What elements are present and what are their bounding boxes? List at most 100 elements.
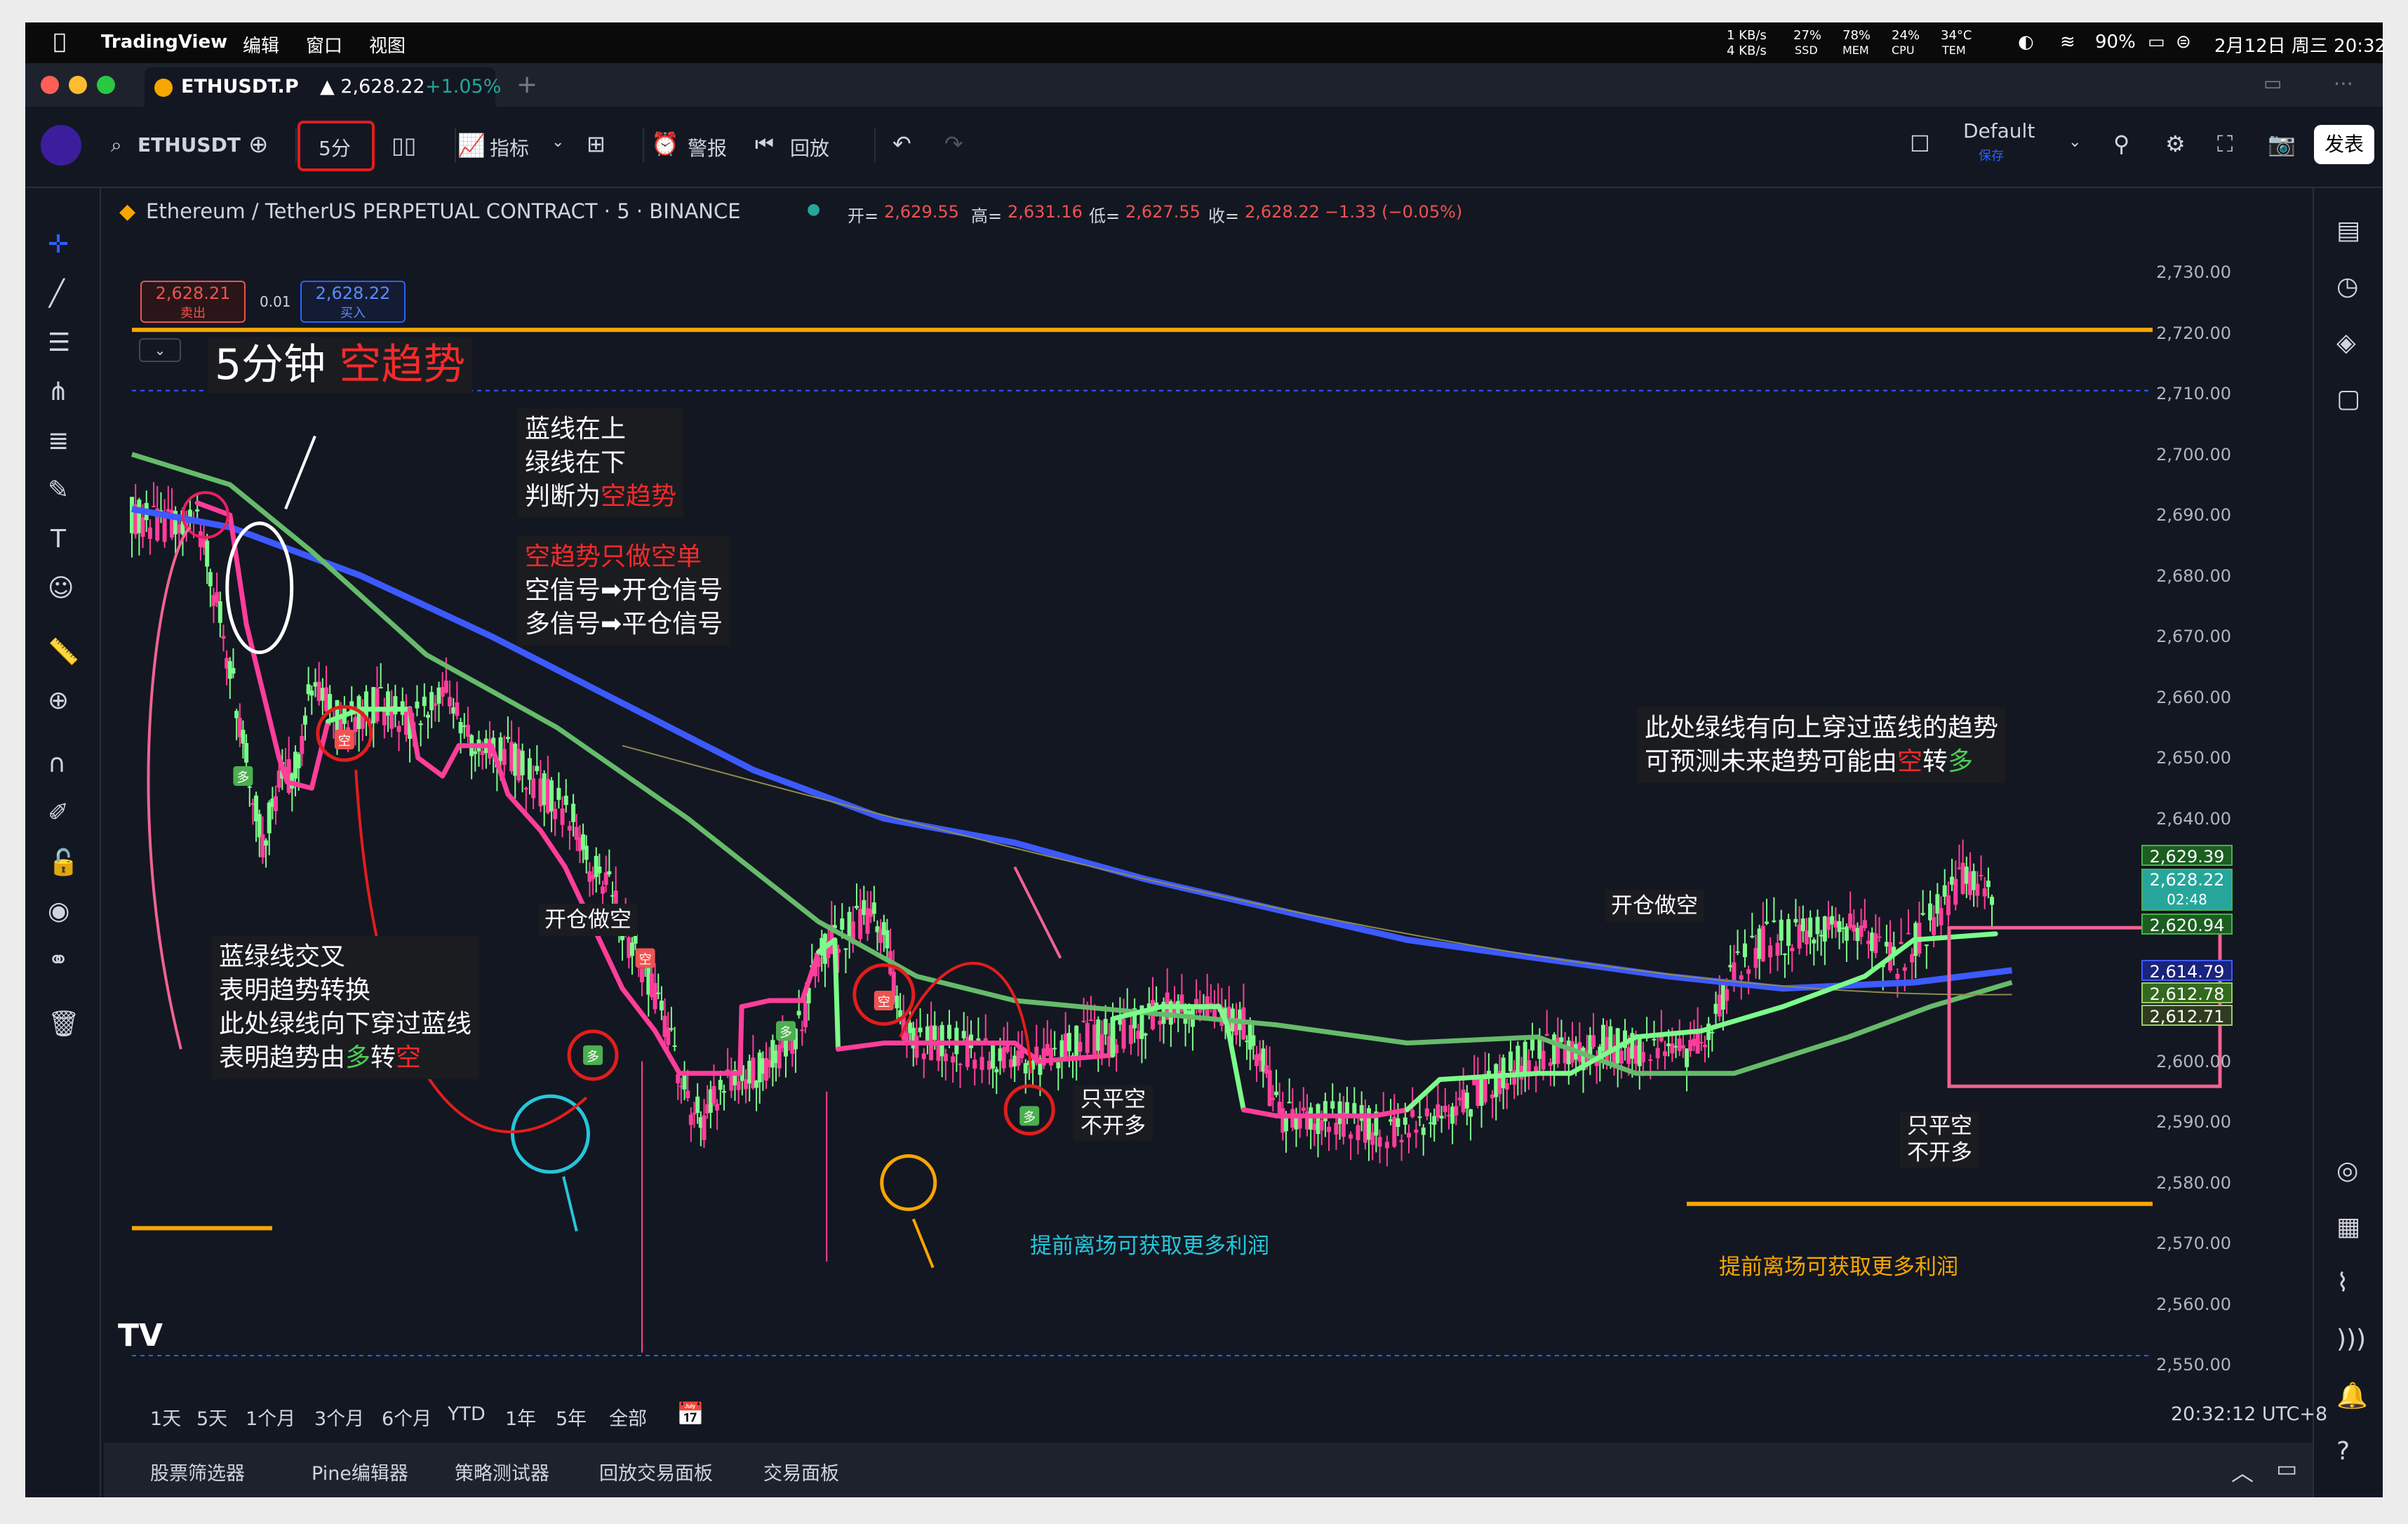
watchlist-icon[interactable]: ▤ (2336, 216, 2360, 245)
control-center-icon[interactable]: ⊜ (2176, 32, 2191, 53)
buy-button[interactable]: 2,628.22 买入 (300, 281, 406, 323)
range-button-5[interactable]: YTD (448, 1403, 486, 1425)
expand-panel-icon[interactable]: ︿ (2231, 1455, 2254, 1488)
range-button-6[interactable]: 1年 (505, 1403, 536, 1431)
bottom-tab-4[interactable]: 交易面板 (763, 1458, 839, 1485)
chevron-down-icon[interactable]: ⌄ (551, 133, 564, 151)
sell-button[interactable]: 2,628.21 卖出 (140, 281, 246, 323)
pitchfork-icon[interactable]: ⋔ (48, 377, 69, 406)
range-button-1[interactable]: 5天 (196, 1403, 227, 1431)
close-window-button[interactable] (41, 76, 59, 94)
clock[interactable]: 2月12日 周三 20:32 (2214, 32, 2386, 58)
eye-icon[interactable]: ◉ (48, 897, 69, 925)
brush-icon[interactable]: ✎ (48, 476, 69, 504)
candle-body (403, 711, 408, 735)
draw-mode-icon[interactable]: ✐ (48, 798, 69, 827)
candle-body (473, 751, 478, 754)
indicators-icon[interactable]: 📈 (457, 132, 486, 159)
emoji-icon[interactable]: ☺ (48, 574, 74, 603)
symbol-title[interactable]: Ethereum / TetherUS PERPETUAL CONTRACT ·… (146, 199, 741, 223)
wifi-icon[interactable]: ≋ (2060, 32, 2075, 53)
interval-button[interactable]: 5分 (319, 133, 351, 161)
tab-ethusdt[interactable]: ETHUSDT.P ▲ 2,628.22 +1.05% (145, 67, 501, 107)
candle-body (1742, 943, 1747, 958)
quick-search-icon[interactable]: ⚲ (2113, 131, 2129, 157)
fib-icon[interactable]: ≣ (48, 427, 69, 455)
replay-button[interactable]: 回放 (790, 133, 829, 161)
goto-date-icon[interactable]: 📅 (676, 1401, 704, 1427)
menu-view[interactable]: 视图 (369, 32, 406, 58)
bottom-tab-2[interactable]: 策略测试器 (455, 1458, 549, 1485)
replay-icon[interactable]: ⏮ (755, 132, 774, 156)
layers-icon[interactable]: ◈ (2336, 328, 2356, 357)
chat-icon[interactable]: ▢ (2336, 385, 2360, 413)
title-timeframe: 5分钟 (215, 340, 326, 389)
crosshair-icon[interactable]: ✛ (48, 230, 69, 259)
layout-chevron-icon[interactable]: ⌄ (2068, 133, 2081, 151)
clock-timezone[interactable]: 20:32:12 UTC+8 (2171, 1403, 2327, 1425)
zoom-in-icon[interactable]: ⊕ (48, 686, 69, 715)
ruler-icon[interactable]: 📏 (48, 637, 79, 667)
collapse-legend-button[interactable]: ⌄ (139, 338, 181, 362)
alerts-button[interactable]: 警报 (688, 133, 727, 161)
notifications-icon[interactable]: 🔔 (2336, 1381, 2368, 1410)
snapshot-icon[interactable]: 📷 (2268, 131, 2296, 157)
settings-icon[interactable]: ⚙ (2165, 131, 2186, 157)
status-icon[interactable]: ◐ (2018, 32, 2034, 53)
calendar-icon[interactable]: ▦ (2336, 1212, 2360, 1241)
undo-icon[interactable]: ↶ (892, 131, 911, 157)
range-button-3[interactable]: 3个月 (314, 1403, 364, 1431)
publish-button[interactable]: 发表 (2314, 125, 2374, 164)
candle-body (509, 742, 514, 772)
new-tab-button[interactable]: + (516, 70, 537, 99)
indicators-button[interactable]: 指标 (490, 133, 529, 161)
user-avatar[interactable] (41, 125, 81, 166)
chart-pane[interactable]: 多空多空多空多 ◆ Ethereum / TetherUS PERPETUAL … (104, 188, 2237, 1382)
bottom-tab-0[interactable]: 股票筛选器 (150, 1458, 245, 1485)
text-tool-icon[interactable]: T (51, 525, 66, 554)
app-menu[interactable]: TradingView (101, 32, 227, 53)
compare-symbol-icon[interactable]: ⊕ (248, 131, 269, 159)
fullscreen-icon[interactable]: ⛶ (2217, 131, 2233, 158)
trash-icon[interactable]: 🗑 (48, 1009, 80, 1038)
candle-body (527, 758, 532, 780)
search-icon[interactable]: ⌕ (111, 133, 122, 157)
candle-body (1009, 1059, 1014, 1068)
magnet-icon[interactable]: ∩ (48, 749, 66, 778)
bottom-tab-3[interactable]: 回放交易面板 (599, 1458, 713, 1485)
tradingview-logo[interactable]: TV (118, 1318, 163, 1353)
bottom-tab-1[interactable]: Pine编辑器 (312, 1458, 408, 1485)
candle-type-icon[interactable]: ▯▯ (392, 132, 416, 159)
menu-window[interactable]: 窗口 (306, 32, 342, 58)
maximize-panel-icon[interactable]: ▭ (2276, 1455, 2297, 1482)
range-button-0[interactable]: 1天 (150, 1403, 181, 1431)
cpu-stat: 24% (1892, 28, 1920, 43)
ideas-icon[interactable]: ⌇ (2336, 1269, 2349, 1297)
range-button-8[interactable]: 全部 (609, 1403, 647, 1431)
more-icon[interactable]: ⋯ (2334, 72, 2353, 95)
range-button-7[interactable]: 5年 (556, 1403, 587, 1431)
target-icon[interactable]: ◎ (2336, 1156, 2358, 1185)
redo-icon[interactable]: ↷ (944, 131, 963, 157)
layout-icon[interactable]: ☐ (1910, 131, 1930, 157)
lock-icon[interactable]: 🔓 (48, 848, 79, 877)
apple-icon[interactable]:  (53, 29, 66, 54)
templates-icon[interactable]: ⊞ (587, 131, 606, 157)
range-button-4[interactable]: 6个月 (382, 1403, 432, 1431)
link-icon[interactable]: ⚭ (48, 946, 69, 975)
symbol-search-button[interactable]: ETHUSDT (138, 133, 241, 156)
menu-edit[interactable]: 编辑 (243, 32, 279, 58)
range-button-2[interactable]: 1个月 (246, 1403, 295, 1431)
layout-name[interactable]: Default (1963, 119, 2035, 142)
alert-icon[interactable]: ⏰ (651, 131, 679, 157)
tab-layout-icon[interactable]: ▭ (2263, 72, 2282, 95)
horizontal-lines-icon[interactable]: ☰ (48, 328, 70, 357)
help-icon[interactable]: ? (2336, 1437, 2350, 1466)
stream-icon[interactable]: ))) (2336, 1325, 2366, 1353)
candle-body (1735, 951, 1740, 953)
battery-text[interactable]: 90% (2095, 32, 2136, 53)
alerts-clock-icon[interactable]: ◷ (2336, 272, 2358, 301)
trendline-icon[interactable]: ╱ (49, 279, 65, 308)
zoom-window-button[interactable] (97, 76, 115, 94)
minimize-window-button[interactable] (69, 76, 87, 94)
